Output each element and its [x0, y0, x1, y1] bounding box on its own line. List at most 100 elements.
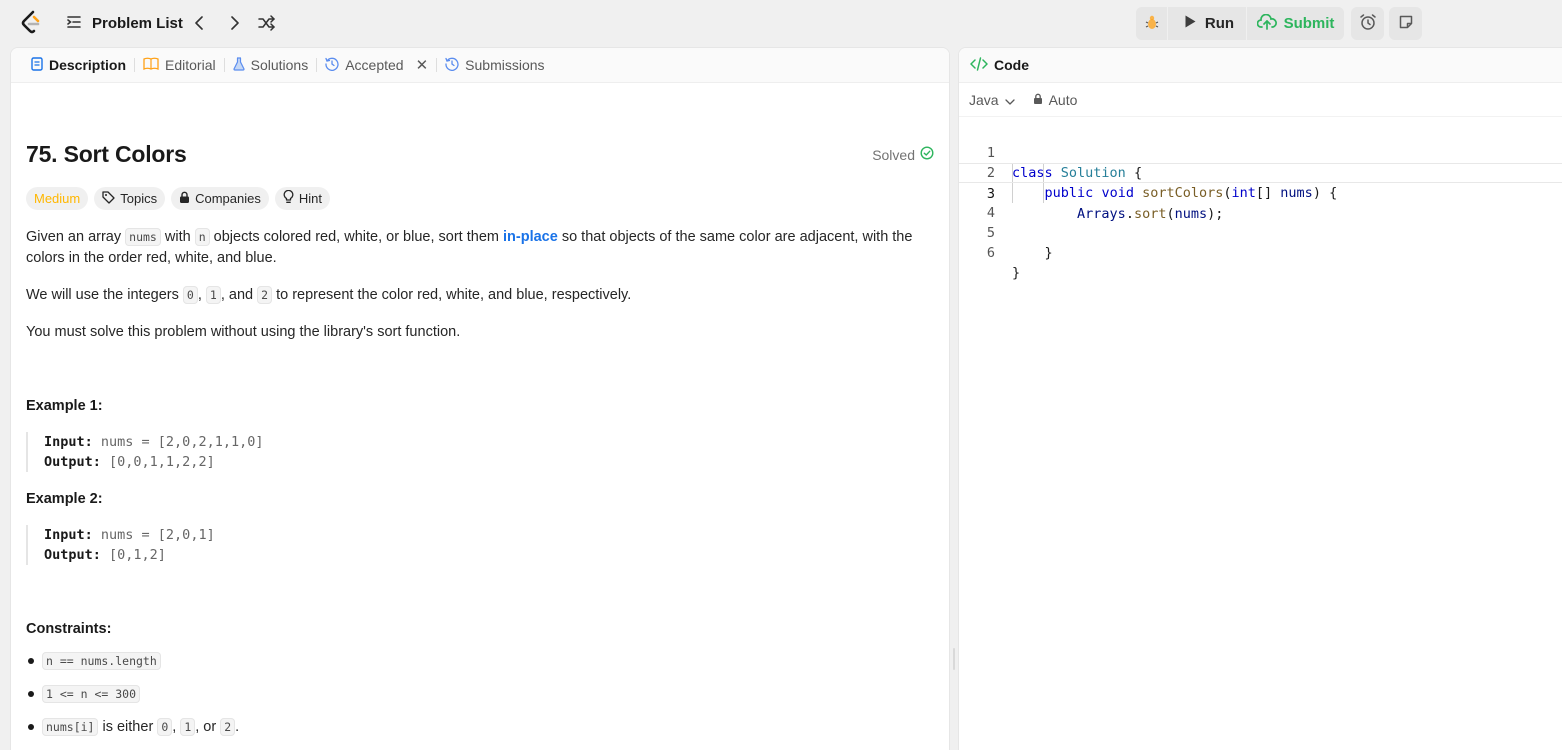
constraints-list: n == nums.length 1 <= n <= 300 nums[i] i…: [26, 650, 239, 749]
code-text: }: [1012, 245, 1053, 261]
solved-status: Solved: [872, 146, 934, 163]
difficulty-badge: Medium: [26, 187, 89, 210]
check-circle-icon: [920, 146, 934, 163]
constraint-text: , or: [195, 719, 221, 735]
hint-tag[interactable]: Hint: [274, 187, 330, 210]
example-2-block: Input: nums = [2,0,1] Output: [0,1,2]: [26, 525, 626, 565]
problem-title[interactable]: 75. Sort Colors: [26, 141, 187, 168]
input-value: nums = [2,0,1]: [92, 527, 215, 543]
solved-label: Solved: [872, 146, 915, 163]
play-icon: [1184, 14, 1197, 33]
list-icon: [66, 14, 82, 33]
desc-text: We will use the integers: [26, 287, 183, 303]
notes-button[interactable]: [1389, 7, 1422, 40]
constraint-item: 1 <= n <= 300: [26, 683, 239, 705]
code-line: 5 }: [959, 203, 1562, 261]
code-line: 6 }: [959, 223, 1562, 281]
line-number: 6: [986, 245, 995, 261]
tab-accepted[interactable]: Accepted ✕: [317, 48, 436, 83]
tab-solutions-label: Solutions: [250, 57, 309, 73]
constraints-heading: Constraints:: [26, 621, 112, 637]
submit-label: Submit: [1283, 15, 1335, 32]
inline-code: 1: [205, 286, 221, 304]
constraint-text: .: [235, 719, 240, 735]
timer-button[interactable]: [1351, 7, 1384, 40]
next-problem-icon[interactable]: [223, 12, 245, 34]
tab-submissions[interactable]: Submissions: [437, 48, 552, 83]
code-editor[interactable]: 1 class Solution { 2 public void sortCol…: [959, 123, 1562, 281]
tab-editorial[interactable]: Editorial: [135, 48, 224, 83]
lock-icon: [179, 191, 190, 207]
bug-icon: [1144, 14, 1160, 33]
tab-submissions-label: Submissions: [465, 57, 545, 73]
close-icon[interactable]: ✕: [416, 56, 429, 74]
left-tabbar: Description Editorial Solutions Accepted…: [11, 48, 949, 83]
inline-code: n: [194, 228, 210, 246]
leetcode-logo-icon[interactable]: [19, 10, 43, 36]
inline-code: 2: [220, 718, 236, 736]
tab-description[interactable]: Description: [23, 48, 134, 83]
auto-mode[interactable]: Auto: [1033, 91, 1078, 108]
auto-label: Auto: [1048, 91, 1078, 108]
lightbulb-icon: [283, 189, 294, 207]
topics-tag[interactable]: Topics: [94, 187, 166, 210]
cloud-upload-icon: [1256, 13, 1277, 34]
submit-button[interactable]: Submit: [1247, 7, 1344, 40]
panel-resize-handle[interactable]: [953, 648, 955, 670]
inline-code: nums[i]: [42, 718, 99, 736]
output-value: [0,1,2]: [100, 547, 166, 563]
code-line-current: 3 Arrays.sort(nums);: [959, 163, 1562, 222]
inline-code: 1 <= n <= 300: [42, 685, 141, 703]
code-text: }: [1012, 265, 1021, 281]
language-label: Java: [969, 91, 999, 108]
document-icon: [31, 56, 43, 74]
example-1-block: Input: nums = [2,0,2,1,1,0] Output: [0,0…: [26, 432, 626, 472]
run-submit-group: Run Submit: [1136, 7, 1344, 40]
inline-code: 2: [257, 286, 273, 304]
desc-text: Given an array: [26, 229, 126, 245]
input-label: Input:: [44, 434, 93, 450]
prev-problem-icon[interactable]: [189, 12, 211, 34]
note-icon: [1398, 14, 1414, 33]
book-icon: [143, 57, 159, 73]
inline-code: 0: [157, 718, 173, 736]
history-icon: [445, 57, 459, 74]
code-tab[interactable]: Code: [959, 48, 1562, 83]
desc-text: with: [160, 229, 195, 245]
tab-solutions[interactable]: Solutions: [225, 48, 317, 83]
code-line: 2 public void sortColors(int[] nums) {: [959, 143, 1562, 201]
run-label: Run: [1204, 15, 1235, 32]
lock-icon: [1033, 92, 1043, 108]
shuffle-icon[interactable]: [256, 12, 278, 34]
companies-tag[interactable]: Companies: [171, 187, 269, 210]
problem-list-button[interactable]: Problem List: [66, 12, 183, 34]
inline-code: 0: [182, 286, 198, 304]
alarm-clock-icon: [1359, 13, 1377, 34]
top-bar: Problem List Run Submit: [0, 0, 1562, 46]
flask-icon: [233, 56, 245, 74]
inline-code: nums: [125, 228, 161, 246]
companies-label: Companies: [195, 191, 261, 206]
problem-list-label: Problem List: [92, 14, 183, 32]
input-label: Input:: [44, 527, 93, 543]
history-icon: [325, 57, 339, 74]
tab-description-label: Description: [49, 57, 127, 73]
input-value: nums = [2,0,2,1,1,0]: [92, 434, 264, 450]
description-paragraph-3: You must solve this problem without usin…: [26, 324, 461, 340]
example-1-heading: Example 1:: [26, 398, 103, 414]
chevron-down-icon: [1004, 92, 1015, 108]
code-icon: [970, 56, 988, 74]
run-button[interactable]: Run: [1168, 7, 1247, 40]
inline-code: 1: [180, 718, 196, 736]
constraint-item: nums[i] is either 0, 1, or 2.: [26, 716, 239, 738]
output-label: Output:: [44, 547, 101, 563]
desc-text: to represent the color red, white, and b…: [272, 287, 632, 303]
in-place-link[interactable]: in-place: [503, 229, 558, 245]
debug-button[interactable]: [1136, 7, 1168, 40]
language-select[interactable]: Java: [969, 92, 1015, 108]
output-value: [0,0,1,1,2,2]: [100, 454, 215, 470]
constraint-item: n == nums.length: [26, 650, 239, 672]
description-paragraph-1: Given an array nums with n objects color…: [26, 227, 931, 269]
tab-accepted-label: Accepted: [345, 57, 404, 73]
description-paragraph-2: We will use the integers 0, 1, and 2 to …: [26, 285, 931, 306]
